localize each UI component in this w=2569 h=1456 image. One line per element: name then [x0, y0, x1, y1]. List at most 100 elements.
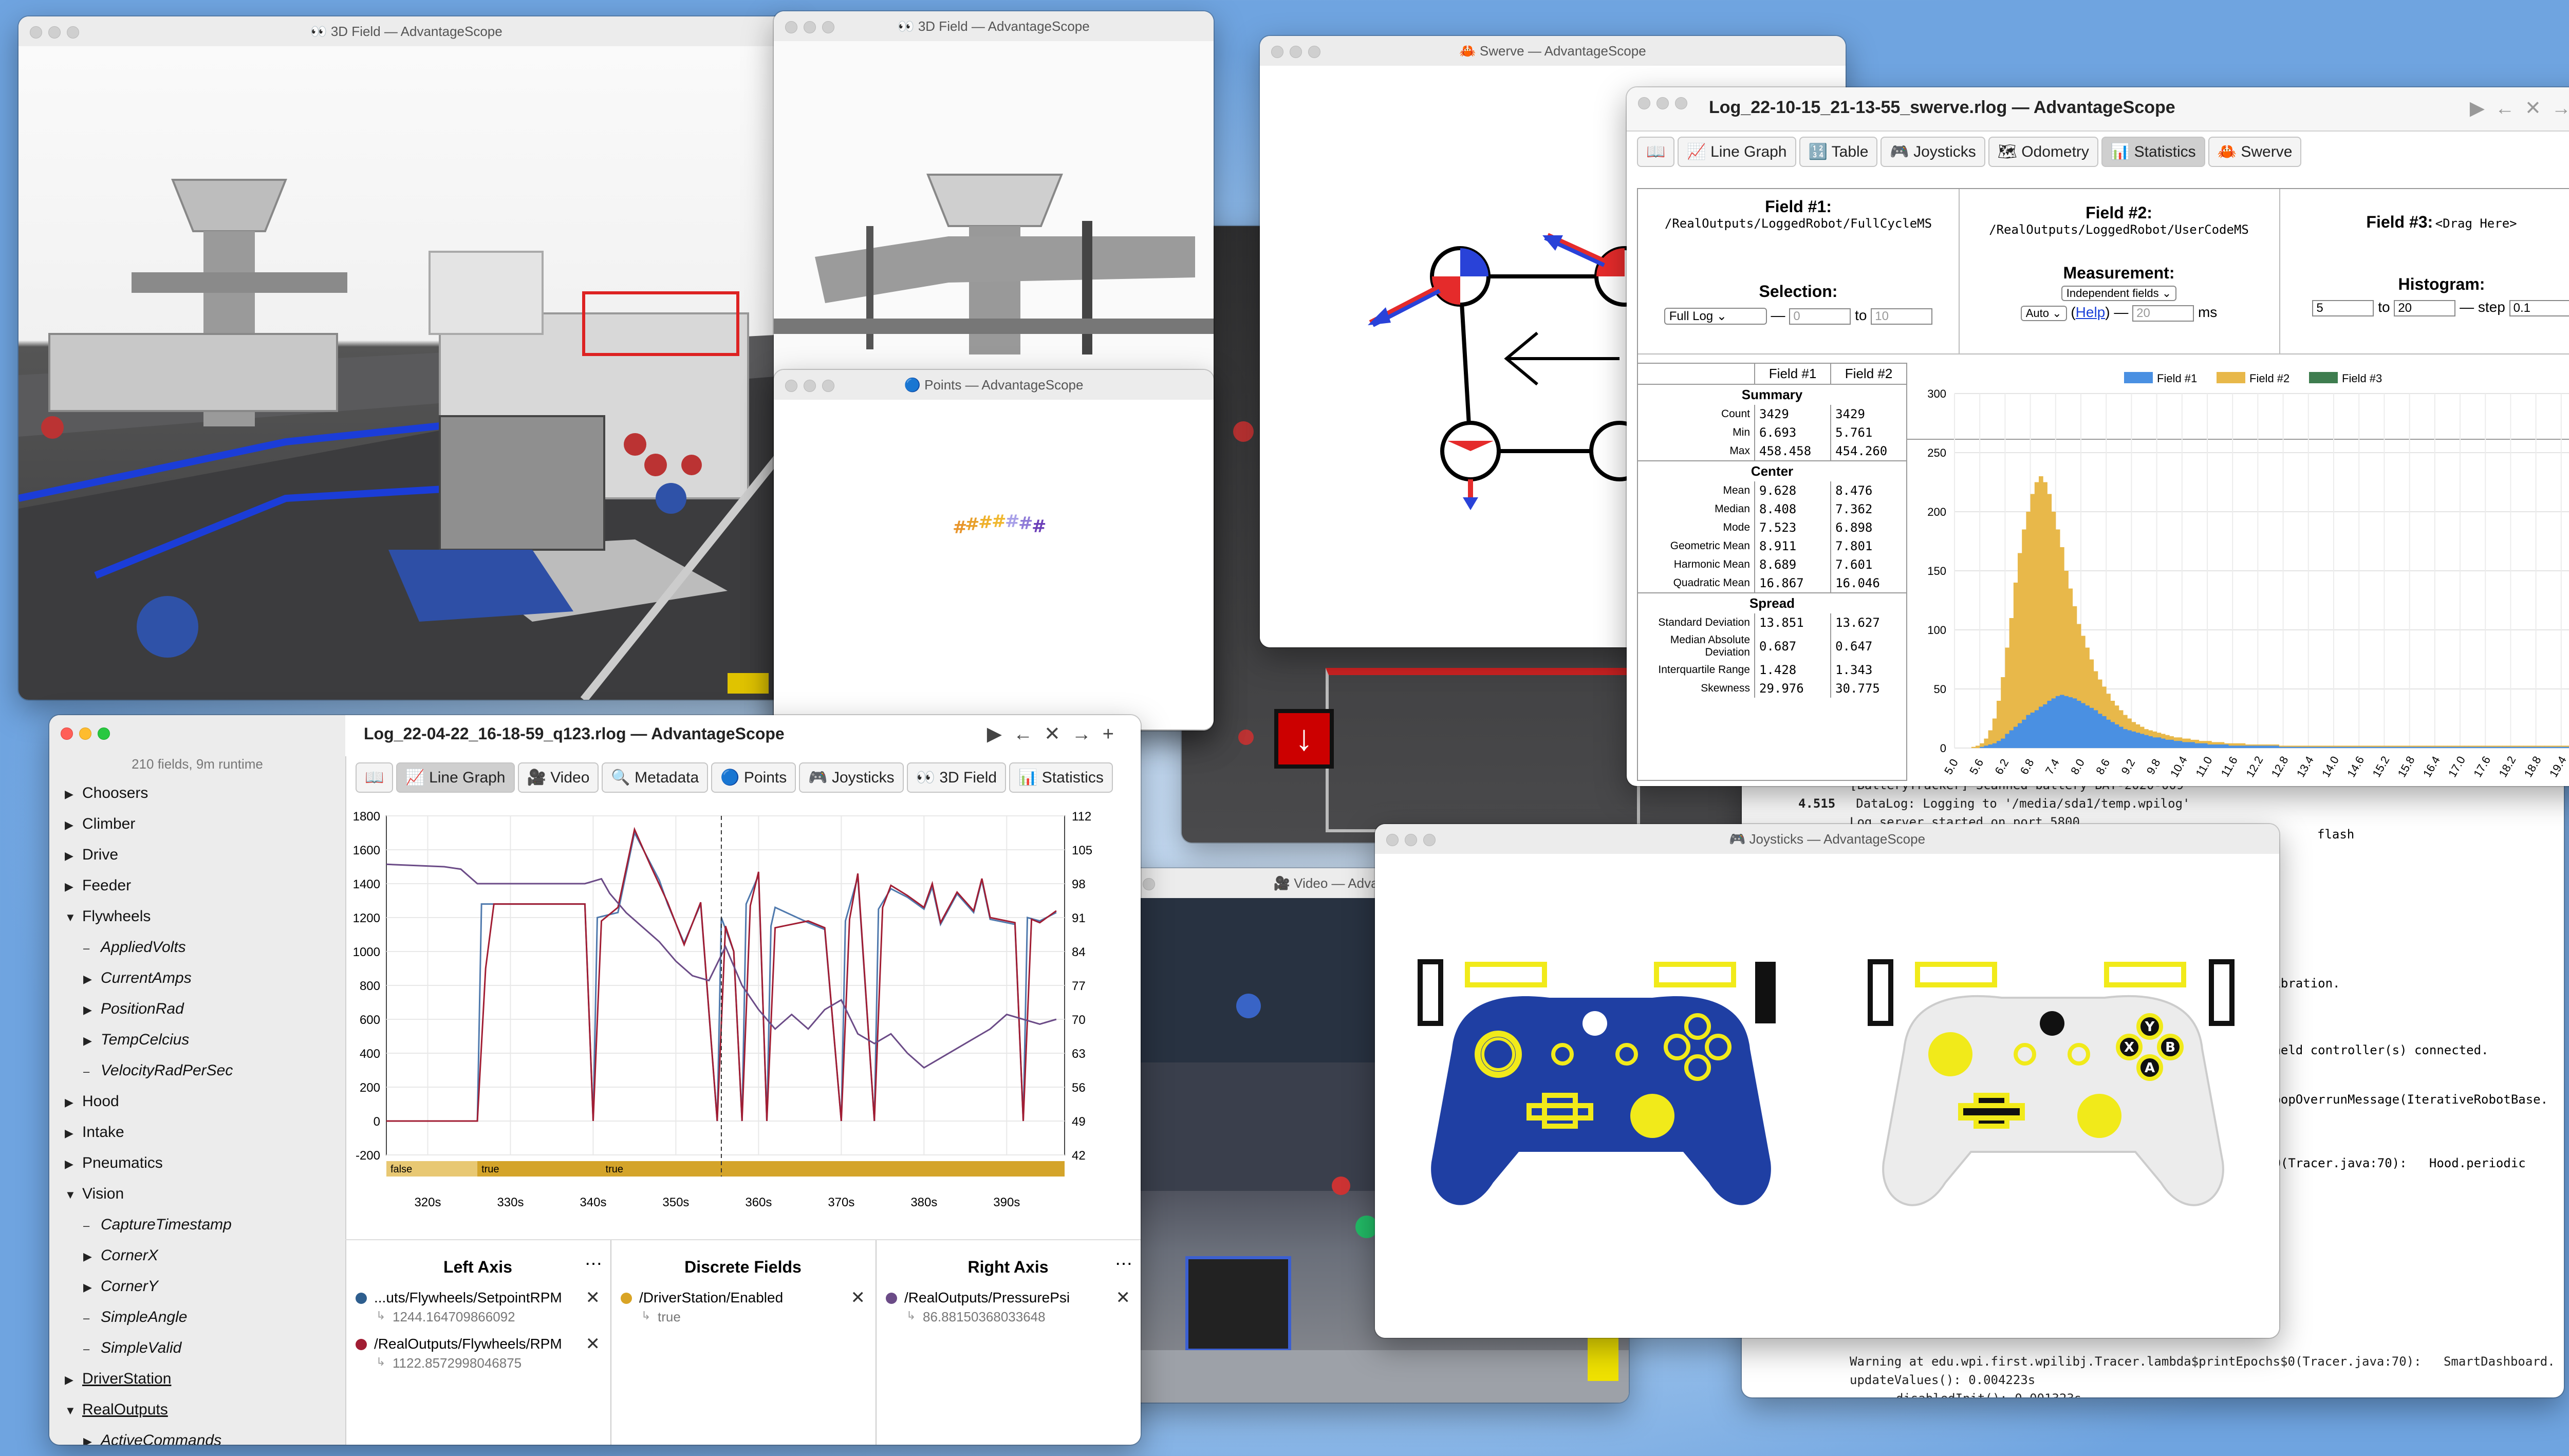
- stats-section-header: Summary: [1638, 384, 1906, 405]
- tab-statistics[interactable]: 📊 Statistics: [2101, 137, 2205, 167]
- legend-item[interactable]: /RealOutputs/PressurePsi ✕ ↳ 86.88150368033…: [876, 1286, 1141, 1333]
- value-arrow-icon: ↳: [641, 1309, 651, 1322]
- histogram-bar: [2321, 746, 2326, 748]
- forward-icon[interactable]: →: [2552, 98, 2569, 119]
- tree-item[interactable]: ▶ DriverStation: [65, 1364, 342, 1394]
- tree-item[interactable]: ▼ Flywheels: [65, 901, 342, 932]
- tree-item[interactable]: – CaptureTimestamp: [65, 1209, 342, 1240]
- button-b-label: B: [2165, 1040, 2175, 1055]
- field3-drop-target[interactable]: <Drag Here>: [2435, 216, 2517, 231]
- hist-step-input[interactable]: 0.1: [2509, 300, 2569, 316]
- series-color-dot: [621, 1293, 632, 1304]
- x-tick-label: 390s: [993, 1196, 1020, 1209]
- play-icon[interactable]: ▶: [987, 723, 1013, 745]
- tree-item[interactable]: – AppliedVolts: [65, 932, 342, 963]
- tree-item[interactable]: ▶ Pneumatics: [65, 1148, 342, 1179]
- tab-docs[interactable]: 📖: [356, 762, 394, 793]
- histogram-bar: [2392, 746, 2397, 748]
- tree-item[interactable]: ▶ CornerX: [65, 1240, 342, 1271]
- close-tab-icon[interactable]: ✕: [1044, 723, 1072, 745]
- remove-icon[interactable]: ✕: [851, 1287, 866, 1308]
- tree-item[interactable]: ▶ Drive: [65, 839, 342, 870]
- tab-video[interactable]: 🎥 Video: [517, 762, 599, 793]
- tab-swerve[interactable]: 🦀 Swerve: [2208, 137, 2302, 167]
- histogram-bar: [2422, 746, 2427, 748]
- tab-docs[interactable]: 📖: [1637, 137, 1675, 167]
- tree-item[interactable]: ▶ ActiveCommands: [65, 1425, 342, 1445]
- play-icon[interactable]: ▶: [2470, 98, 2495, 119]
- tree-item[interactable]: ▶ CurrentAmps: [65, 963, 342, 994]
- back-icon[interactable]: ←: [2495, 98, 2525, 119]
- close-tab-icon[interactable]: ✕: [2525, 98, 2552, 119]
- more-icon[interactable]: ⋯: [585, 1254, 602, 1274]
- collapsed-icon: ▶: [83, 1250, 92, 1263]
- stats-row: Geometric Mean 8.911 7.801: [1638, 537, 1906, 555]
- joysticks-canvas[interactable]: Y X B A: [1375, 854, 2279, 1338]
- measurement-label: Measurement:: [2063, 264, 2175, 282]
- tab-statistics[interactable]: 📊 Statistics: [1009, 762, 1113, 793]
- tree-item[interactable]: ▶ CornerY: [65, 1271, 342, 1302]
- legend-item[interactable]: /DriverStation/Enabled ✕ ↳ true: [610, 1286, 876, 1333]
- tree-item-label: Vision: [82, 1185, 124, 1202]
- histogram-bar: [2540, 746, 2545, 748]
- series-value: 1244.164709866092: [393, 1309, 515, 1324]
- tree-item[interactable]: ▶ Intake: [65, 1117, 342, 1148]
- tab-joysticks[interactable]: 🎮 Joysticks: [799, 762, 904, 793]
- selection-select[interactable]: Full Log ⌄: [1664, 308, 1767, 325]
- tab-odometry[interactable]: 🗺 Odometry: [1988, 137, 2098, 167]
- remove-icon[interactable]: ✕: [586, 1287, 601, 1308]
- line-graph-plot[interactable]: 1800 1600 1400 1200 1000 800 600 400 200 0 -200 112…: [345, 806, 1141, 1227]
- auto-select[interactable]: Auto ⌄: [2020, 306, 2067, 321]
- field3d-scene[interactable]: [18, 46, 794, 700]
- tab-line-graph[interactable]: 📈 Line Graph: [396, 762, 515, 793]
- legend-item[interactable]: ...uts/Flywheels/SetpointRPM ✕ ↳ 1244.16470…: [345, 1286, 610, 1333]
- help-link[interactable]: Help: [2076, 304, 2106, 320]
- histogram-bar: [2135, 733, 2140, 748]
- tree-item[interactable]: – VelocityRadPerSec: [65, 1055, 342, 1086]
- selection-to-input[interactable]: 10: [1871, 308, 1933, 325]
- forward-icon[interactable]: →: [1072, 723, 1103, 745]
- selection-from-input[interactable]: 0: [1789, 308, 1851, 325]
- remove-icon[interactable]: ✕: [586, 1334, 601, 1354]
- remove-icon[interactable]: ✕: [1116, 1287, 1131, 1308]
- tree-item[interactable]: ▼ RealOutputs: [65, 1394, 342, 1425]
- zoom-button[interactable]: [98, 727, 110, 740]
- tab-points[interactable]: 🔵 Points: [711, 762, 796, 793]
- histogram-bar: [2338, 746, 2342, 748]
- histogram-bar: [2030, 713, 2035, 748]
- tree-item[interactable]: – SimpleValid: [65, 1333, 342, 1364]
- tree-item[interactable]: ▶ Hood: [65, 1086, 342, 1117]
- points-canvas[interactable]: # # # # # # #: [774, 400, 1214, 730]
- tree-item[interactable]: ▶ Choosers: [65, 778, 342, 809]
- field3d-scene[interactable]: [774, 41, 1214, 381]
- tab-joysticks[interactable]: 🎮 Joysticks: [1881, 137, 1985, 167]
- tree-item[interactable]: ▼ Vision: [65, 1179, 342, 1209]
- tree-item[interactable]: ▶ Feeder: [65, 870, 342, 901]
- ms-input[interactable]: 20: [2132, 305, 2194, 322]
- tab-line-graph[interactable]: 📈 Line Graph: [1678, 137, 1796, 167]
- field1-drop-target[interactable]: /RealOutputs/LoggedRobot/FullCycleMS: [1638, 216, 1959, 231]
- tree-item[interactable]: ▶ TempCelcius: [65, 1024, 342, 1055]
- tab-3d-field[interactable]: 👀 3D Field: [906, 762, 1007, 793]
- back-icon[interactable]: ←: [1013, 723, 1044, 745]
- histogram-bar: [2317, 746, 2321, 748]
- measurement-select[interactable]: Independent fields ⌄: [2061, 286, 2177, 301]
- tree-item[interactable]: ▶ PositionRad: [65, 994, 342, 1024]
- histogram-bar: [2245, 745, 2250, 748]
- minimize-button[interactable]: [79, 727, 91, 740]
- histogram-bar: [2481, 746, 2486, 748]
- add-tab-icon[interactable]: +: [1103, 723, 1125, 745]
- hist-from-input[interactable]: 5: [2312, 300, 2374, 316]
- legend-item[interactable]: /RealOutputs/Flywheels/RPM ✕ ↳ 1122.8572998…: [345, 1333, 610, 1379]
- tab-table[interactable]: 🔢 Table: [1799, 137, 1878, 167]
- tree-item[interactable]: – SimpleAngle: [65, 1302, 342, 1333]
- more-icon[interactable]: ⋯: [1115, 1254, 1132, 1274]
- tab-metadata[interactable]: 🔍 Metadata: [602, 762, 709, 793]
- histogram-bar: [2194, 743, 2200, 748]
- close-button[interactable]: [61, 727, 73, 740]
- tree-item[interactable]: ▶ Climber: [65, 809, 342, 839]
- field-ball: [1238, 730, 1254, 745]
- field2-drop-target[interactable]: /RealOutputs/LoggedRobot/UserCodeMS: [1959, 222, 2279, 237]
- x-tick-label: 360s: [745, 1196, 772, 1209]
- hist-to-input[interactable]: 20: [2394, 300, 2456, 316]
